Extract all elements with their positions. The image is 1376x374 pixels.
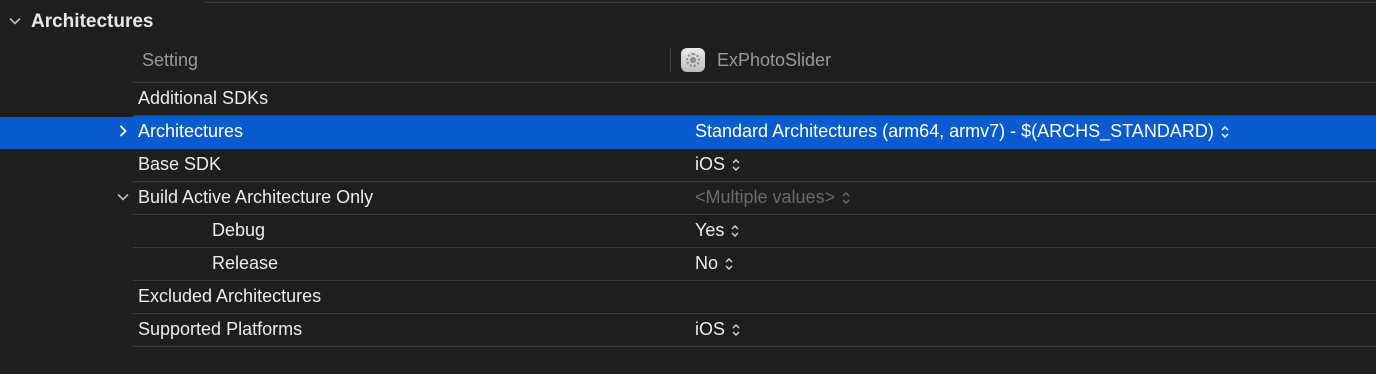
build-settings-table: Setting ExPhotoSlider Additional SDKs Ar…: [117, 42, 1376, 347]
target-name: ExPhotoSlider: [717, 49, 832, 70]
setting-value-popup[interactable]: <Multiple values>: [695, 187, 851, 208]
target-column-header[interactable]: ExPhotoSlider: [681, 47, 831, 73]
setting-value-popup[interactable]: iOS: [695, 154, 741, 175]
app-target-icon: [681, 48, 705, 72]
up-down-arrows-icon: [1221, 125, 1229, 138]
setting-label: Architectures: [138, 121, 244, 141]
setting-value-popup[interactable]: iOS: [695, 319, 741, 340]
setting-value-text: <Multiple values>: [695, 187, 836, 207]
top-divider: [205, 2, 1376, 3]
setting-value-popup[interactable]: Standard Architectures (arm64, armv7) - …: [695, 121, 1230, 142]
setting-label: Base SDK: [138, 154, 222, 174]
chevron-down-icon[interactable]: [116, 190, 130, 204]
up-down-arrows-icon: [732, 323, 740, 336]
table-header: Setting ExPhotoSlider: [133, 42, 1376, 83]
setting-row-base-sdk[interactable]: Base SDK iOS: [133, 149, 1376, 182]
chevron-right-icon[interactable]: [116, 124, 130, 138]
up-down-arrows-icon: [732, 158, 740, 171]
setting-label: Release: [212, 253, 279, 273]
setting-value-text: iOS: [695, 154, 726, 174]
setting-row-additional-sdks[interactable]: Additional SDKs: [133, 83, 1376, 116]
setting-row-excluded-architectures[interactable]: Excluded Architectures: [133, 281, 1376, 314]
section-title: Architectures: [31, 11, 154, 32]
setting-row-architectures[interactable]: Architectures Standard Architectures (ar…: [119, 116, 1376, 149]
section-header-architectures[interactable]: Architectures: [0, 6, 400, 40]
setting-value-text: iOS: [695, 319, 726, 339]
chevron-down-icon[interactable]: [8, 14, 22, 28]
setting-row-build-active-architecture-only[interactable]: Build Active Architecture Only <Multiple…: [117, 182, 1376, 215]
setting-value-text: No: [695, 253, 719, 273]
setting-label: Build Active Architecture Only: [138, 187, 374, 207]
setting-value-text: Standard Architectures (arm64, armv7) - …: [695, 121, 1214, 141]
setting-row-debug[interactable]: Debug Yes: [133, 215, 1376, 248]
setting-value-popup[interactable]: Yes: [695, 220, 740, 241]
setting-row-release[interactable]: Release No: [133, 248, 1376, 281]
setting-column-header[interactable]: Setting: [142, 50, 198, 71]
up-down-arrows-icon: [842, 191, 850, 204]
up-down-arrows-icon: [725, 257, 733, 270]
setting-label: Additional SDKs: [138, 88, 269, 108]
up-down-arrows-icon: [731, 224, 739, 237]
setting-label: Supported Platforms: [138, 319, 303, 339]
setting-row-supported-platforms[interactable]: Supported Platforms iOS: [133, 314, 1376, 347]
setting-label: Excluded Architectures: [138, 286, 322, 306]
selection-highlight-left: [0, 117, 133, 149]
setting-value-popup[interactable]: No: [695, 253, 734, 274]
setting-value-text: Yes: [695, 220, 725, 240]
column-divider[interactable]: [670, 48, 671, 72]
setting-label: Debug: [212, 220, 266, 240]
